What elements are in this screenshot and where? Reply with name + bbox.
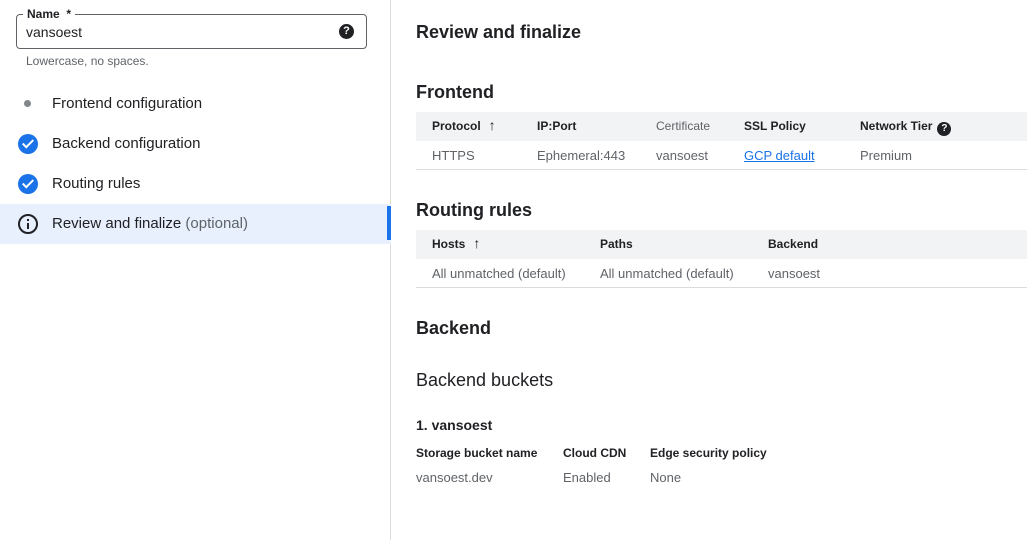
name-field-hint: Lowercase, no spaces. (26, 54, 149, 68)
cell-ip-port: Ephemeral:443 (537, 148, 626, 163)
storage-bucket-name-label: Storage bucket name (416, 446, 538, 460)
step-label: Backend configuration (52, 135, 201, 152)
column-header-network-tier: Network Tier? (860, 119, 952, 136)
name-field[interactable]: Name * vansoest ? (16, 6, 367, 49)
table-header: Hosts ↑ Paths Backend (416, 230, 1027, 259)
help-icon[interactable]: ? (937, 122, 952, 136)
cell-certificate: vansoest (656, 148, 709, 163)
name-input[interactable]: vansoest (26, 23, 82, 41)
step-frontend-configuration[interactable]: Frontend configuration (0, 84, 391, 124)
active-step-indicator (387, 206, 391, 240)
ssl-policy-link[interactable]: GCP default (744, 148, 815, 163)
sort-arrow-up-icon[interactable]: ↑ (473, 236, 480, 250)
frontend-heading: Frontend (416, 82, 494, 102)
optional-tag: (optional) (185, 215, 248, 232)
info-icon (18, 214, 38, 234)
step-label: Frontend configuration (52, 95, 203, 112)
step-review-and-finalize[interactable]: Review and finalize (optional) (0, 204, 391, 244)
backend-bucket-title: 1. vansoest (416, 417, 493, 433)
page-title: Review and finalize (416, 22, 582, 42)
frontend-table: Protocol ↑ IP:Port Certificate SSL Policy… (416, 112, 1027, 170)
dot-icon (24, 100, 31, 107)
column-header-backend: Backend (768, 237, 819, 251)
cell-network-tier: Premium (860, 148, 913, 163)
column-header-certificate: Certificate (656, 119, 711, 133)
step-backend-configuration[interactable]: Backend configuration (0, 124, 391, 164)
column-header-paths: Paths (600, 237, 633, 251)
backend-heading: Backend (416, 318, 492, 338)
cloud-cdn-value: Enabled (563, 470, 611, 485)
table-row: HTTPS Ephemeral:443 vansoest GCP default… (416, 141, 1027, 170)
edge-security-policy-label: Edge security policy (650, 446, 767, 460)
sort-arrow-up-icon[interactable]: ↑ (489, 118, 496, 132)
table-row: All unmatched (default) All unmatched (d… (416, 259, 1027, 288)
backend-buckets-heading: Backend buckets (416, 370, 554, 390)
step-label: Review and finalize (optional) (52, 215, 248, 232)
name-field-label: Name * (23, 6, 76, 22)
cell-backend: vansoest (768, 266, 821, 281)
check-circle-icon (18, 174, 38, 194)
help-icon[interactable]: ? (339, 24, 354, 39)
edge-security-policy-value: None (650, 470, 682, 485)
step-routing-rules[interactable]: Routing rules (0, 164, 391, 204)
cell-protocol: HTTPS (432, 148, 475, 163)
check-circle-icon (18, 134, 38, 154)
routing-rules-heading: Routing rules (416, 200, 532, 220)
cell-hosts: All unmatched (default) (432, 266, 566, 281)
cell-paths: All unmatched (default) (600, 266, 734, 281)
stepper-panel: Name * vansoest ? Lowercase, no spaces. … (0, 0, 391, 540)
column-header-ssl-policy: SSL Policy (744, 119, 806, 133)
step-label: Routing rules (52, 175, 141, 192)
storage-bucket-name-value: vansoest.dev (416, 470, 493, 485)
column-header-ip-port: IP:Port (537, 119, 577, 133)
table-header: Protocol ↑ IP:Port Certificate SSL Policy… (416, 112, 1027, 141)
column-header-protocol[interactable]: Protocol ↑ (432, 118, 496, 133)
review-panel: Review and finalize Frontend Protocol ↑ I… (392, 0, 1027, 540)
step-list: Frontend configuration Backend configura… (0, 84, 391, 244)
cloud-cdn-label: Cloud CDN (563, 446, 627, 460)
column-header-hosts[interactable]: Hosts ↑ (432, 236, 480, 251)
routing-rules-table: Hosts ↑ Paths Backend All unmatched (defa… (416, 230, 1027, 288)
